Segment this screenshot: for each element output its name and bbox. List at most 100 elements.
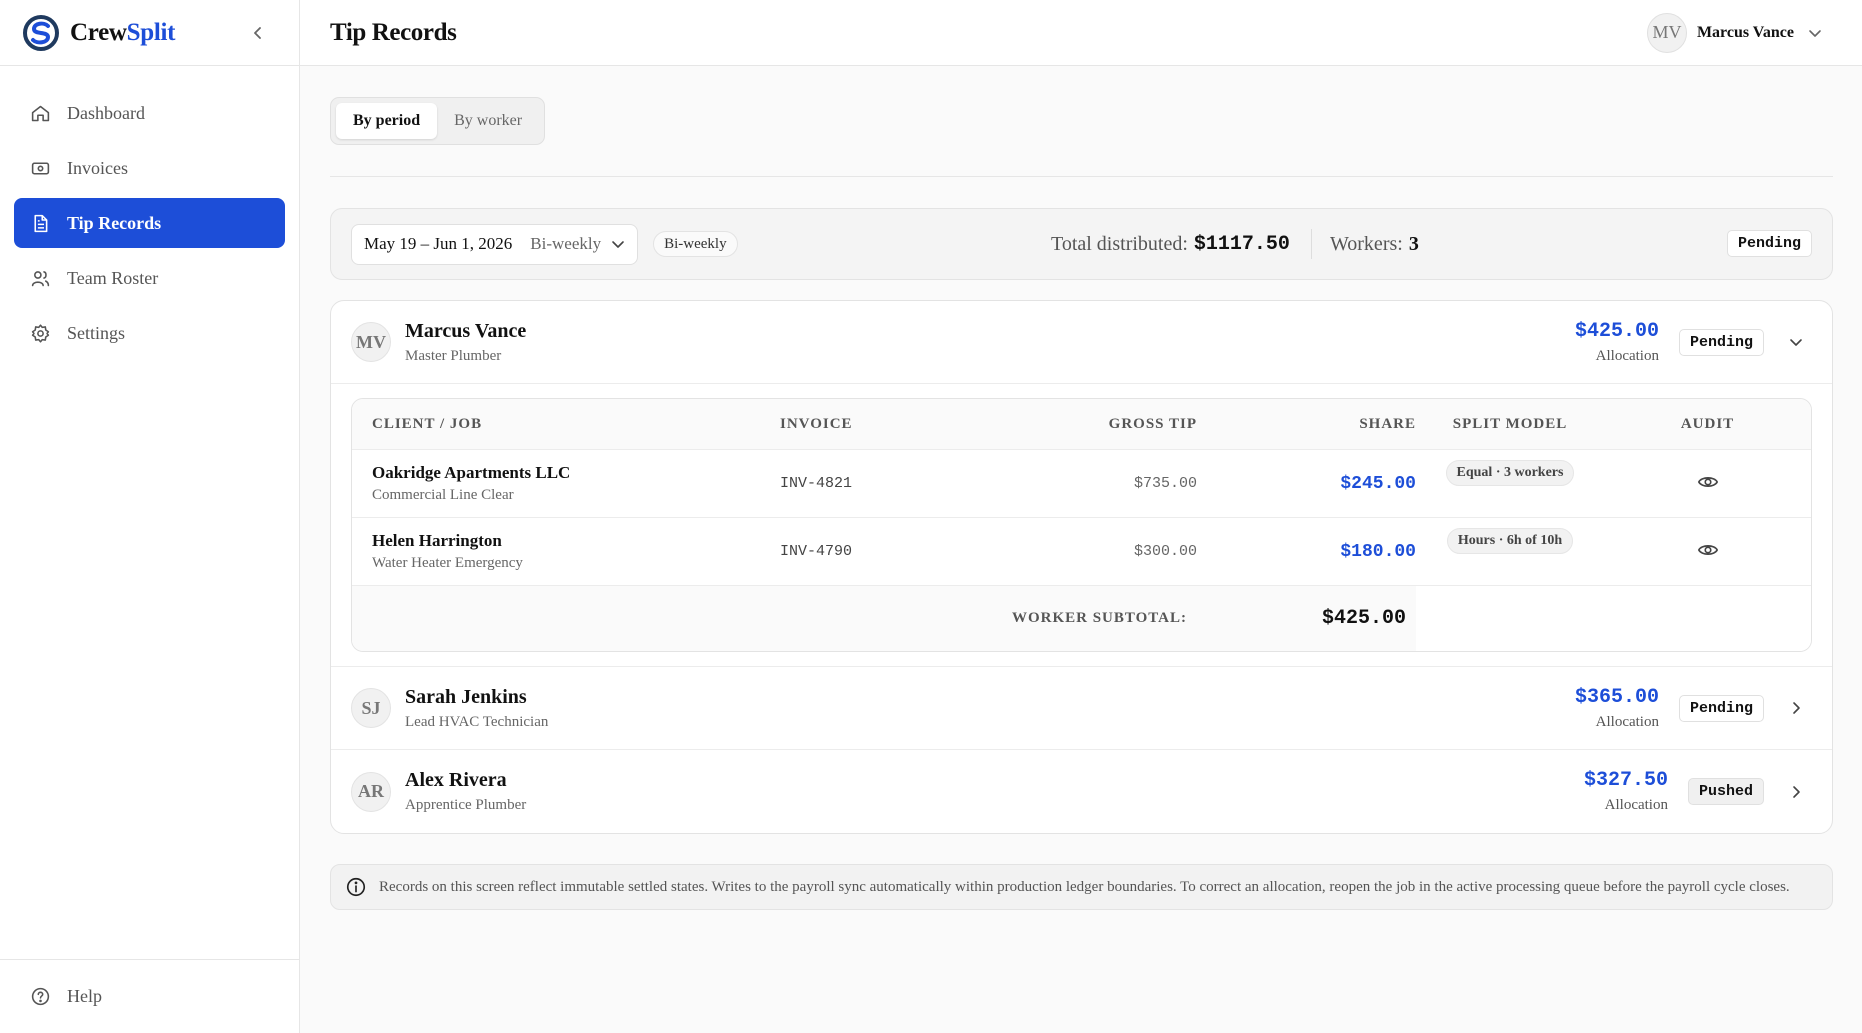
total-distributed-value: $1117.50 — [1193, 232, 1290, 256]
frequency-chip: Bi-weekly — [653, 231, 738, 257]
expand-worker-button[interactable] — [1784, 780, 1808, 804]
notice-text: Records on this screen reflect immutable… — [379, 878, 1790, 895]
brand-header: CrewSplit — [0, 0, 299, 66]
share-amount: $245.00 — [1340, 473, 1416, 494]
job-name: Commercial Line Clear — [372, 487, 514, 503]
collapse-worker-button[interactable] — [1784, 330, 1808, 354]
client-name: Oakridge Apartments LLC — [372, 463, 571, 482]
column-header-client-job: CLIENT / JOB — [372, 415, 483, 432]
crewsplit-logo-icon — [23, 14, 59, 51]
home-icon — [31, 105, 50, 121]
column-header-invoice: INVOICE — [780, 415, 853, 432]
worker-role: Lead HVAC Technician — [405, 713, 549, 730]
worker-row-sarah-jenkins[interactable]: SJ Sarah Jenkins Lead HVAC Technician $3… — [331, 667, 1832, 750]
sidebar-item-settings[interactable]: Settings — [14, 308, 285, 358]
info-notice: Records on this screen reflect immutable… — [330, 864, 1833, 910]
period-range: May 19 – Jun 1, 2026 — [364, 234, 513, 253]
worker-count: Workers: 3 — [1330, 209, 1419, 279]
sidebar-item-dashboard[interactable]: Dashboard — [14, 88, 285, 138]
worker-count-value: 3 — [1408, 232, 1419, 255]
column-header-audit: AUDIT — [1680, 415, 1735, 432]
period-frequency: Bi-weekly — [530, 234, 602, 253]
audit-view-button[interactable] — [1695, 469, 1721, 495]
chevron-down-icon — [612, 241, 624, 248]
help-link[interactable]: Help — [0, 959, 299, 1033]
worker-allocation-amount: $425.00 — [1574, 319, 1659, 343]
column-header-share: SHARE — [1359, 415, 1416, 432]
split-model-chip: Equal · 3 workers — [1445, 459, 1575, 486]
eye-icon — [1697, 545, 1718, 555]
total-distributed: Total distributed: $1117.50 — [1051, 209, 1290, 279]
sidebar-item-label: Settings — [67, 322, 126, 343]
worker-row-marcus-vance[interactable]: MV Marcus Vance Master Plumber $425.00 A… — [331, 301, 1832, 384]
user-menu[interactable]: MV Marcus Vance — [1646, 12, 1822, 53]
worker-name: Sarah Jenkins — [405, 685, 527, 708]
top-header: Tip Records MV Marcus Vance — [300, 0, 1862, 66]
expand-worker-button[interactable] — [1784, 696, 1808, 720]
stat-divider — [1311, 229, 1312, 259]
period-summary-bar: May 19 – Jun 1, 2026 Bi-weekly Bi-weekly… — [330, 208, 1833, 280]
column-header-split-model: SPLIT MODEL — [1452, 415, 1568, 432]
avatar: SJ — [351, 688, 391, 728]
sidebar-item-tip-records[interactable]: Tip Records — [14, 198, 285, 248]
main-content: By period By worker May 19 – Jun 1, 2026… — [330, 66, 1833, 910]
worker-allocation-label: Allocation — [1604, 797, 1668, 813]
worker-allocation-label: Allocation — [1595, 347, 1659, 364]
worker-name: Marcus Vance — [405, 319, 527, 342]
status-badge: Pending — [1678, 694, 1764, 722]
table-row: Oakridge Apartments LLC Commercial Line … — [352, 450, 1811, 518]
invoice-id: INV-4821 — [780, 475, 853, 492]
job-name: Water Heater Emergency — [372, 555, 523, 571]
table-row: Helen Harrington Water Heater Emergency … — [352, 518, 1811, 586]
tip-breakdown-table: CLIENT / JOB INVOICE GROSS TIP SHARE SPL… — [351, 398, 1812, 652]
chevron-right-icon — [1793, 702, 1800, 714]
user-name: Marcus Vance — [1696, 23, 1794, 41]
invoice-id: INV-4790 — [780, 543, 853, 560]
period-status-badge: Pending — [1726, 230, 1812, 257]
page-title: Tip Records — [330, 18, 457, 46]
avatar: MV — [351, 322, 391, 362]
worker-detail: CLIENT / JOB INVOICE GROSS TIP SHARE SPL… — [331, 384, 1832, 667]
info-icon — [346, 877, 366, 897]
chevron-left-icon — [254, 27, 261, 39]
file-text-icon — [34, 214, 48, 232]
users-icon — [31, 270, 50, 286]
gear-icon — [31, 323, 50, 343]
help-circle-icon — [31, 987, 50, 1006]
avatar: AR — [351, 771, 391, 812]
view-toggle: By period By worker — [330, 97, 546, 145]
worker-role: Master Plumber — [405, 347, 502, 364]
banknote-icon — [31, 161, 50, 175]
sidebar-item-label: Dashboard — [67, 102, 145, 123]
sidebar-item-team-roster[interactable]: Team Roster — [14, 253, 285, 303]
column-header-gross-tip: GROSS TIP — [1108, 415, 1197, 432]
worker-name: Alex Rivera — [405, 769, 507, 791]
worker-allocation-amount: $327.50 — [1583, 769, 1668, 792]
workers-list: MV Marcus Vance Master Plumber $425.00 A… — [330, 300, 1833, 834]
worker-row-alex-rivera[interactable]: AR Alex Rivera Apprentice Plumber $327.5… — [331, 750, 1832, 833]
period-select[interactable]: May 19 – Jun 1, 2026 Bi-weekly — [351, 223, 639, 265]
gross-tip: $735.00 — [1133, 475, 1197, 492]
divider — [330, 176, 1833, 177]
sidebar: CrewSplit Dashboard Invoices Tip Records… — [0, 0, 300, 1033]
client-name: Helen Harrington — [372, 531, 502, 550]
tab-by-period[interactable]: By period — [336, 103, 438, 139]
split-model-chip: Hours · 6h of 10h — [1446, 527, 1574, 554]
sidebar-item-invoices[interactable]: Invoices — [14, 143, 285, 193]
eye-icon — [1697, 477, 1718, 487]
chevron-right-icon — [1793, 785, 1800, 798]
table-header: CLIENT / JOB INVOICE GROSS TIP SHARE SPL… — [352, 399, 1811, 450]
worker-allocation-label: Allocation — [1595, 713, 1659, 730]
worker-role: Apprentice Plumber — [405, 797, 527, 813]
audit-view-button[interactable] — [1695, 537, 1721, 563]
sidebar-item-label: Tip Records — [67, 212, 162, 233]
sidebar-nav: Dashboard Invoices Tip Records Team Rost… — [0, 66, 299, 385]
collapse-sidebar-button[interactable] — [247, 22, 269, 44]
share-amount: $180.00 — [1340, 541, 1416, 562]
sidebar-item-label: Invoices — [67, 157, 128, 178]
subtotal-filler — [1416, 586, 1811, 651]
brand-name[interactable]: CrewSplit — [70, 19, 175, 47]
chevron-down-icon — [1809, 29, 1821, 37]
gross-tip: $300.00 — [1133, 543, 1197, 560]
tab-by-worker[interactable]: By worker — [437, 103, 539, 139]
